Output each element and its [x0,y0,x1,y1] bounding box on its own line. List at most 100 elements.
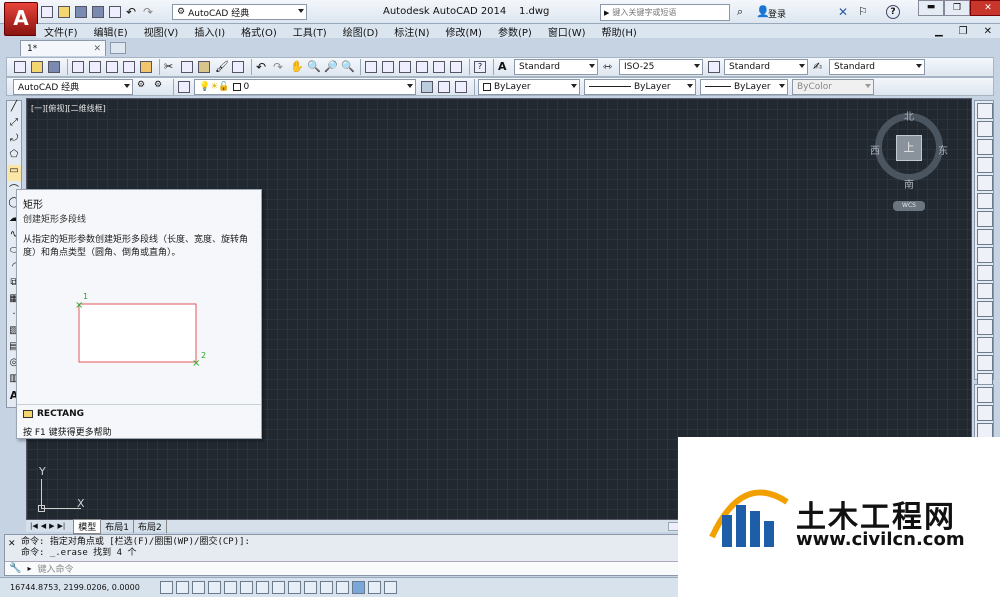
pan-icon[interactable]: ✋ [289,59,305,75]
save-as-icon[interactable] [91,4,107,20]
otrack-toggle[interactable] [272,581,285,594]
mleader-style-select[interactable]: Standard [829,59,925,75]
viewcube-top-face[interactable]: 上 [896,135,922,161]
qnew-icon[interactable] [13,59,29,75]
next-tab-icon[interactable]: ▶ [49,522,54,530]
join-icon[interactable] [977,319,993,335]
match-properties-icon[interactable]: 🖌 [214,59,230,75]
command-close-icon[interactable]: ✕ [8,539,16,549]
first-tab-icon[interactable]: |◀ [30,522,38,530]
lineweight-select[interactable]: ByLayer [700,78,788,95]
open-file-icon[interactable] [30,59,46,75]
open-icon[interactable] [57,4,73,20]
make-current-layer-icon[interactable] [420,79,436,95]
text-style-select[interactable]: Standard [514,59,598,75]
tab-layout1[interactable]: 布局1 [101,519,135,533]
chamfer-icon[interactable] [977,337,993,353]
menu-insert[interactable]: 插入(I) [194,24,225,39]
wcs-menu[interactable]: WCS [893,201,925,211]
color-select[interactable]: ByLayer [478,78,580,95]
menu-edit[interactable]: 编辑(E) [94,24,128,39]
send-back-icon[interactable] [977,405,993,421]
copy-icon[interactable] [180,59,196,75]
viewcube-east[interactable]: 东 [938,142,948,157]
tab-model[interactable]: 模型 [73,518,102,534]
osnap-toggle[interactable] [240,581,253,594]
print-icon[interactable] [108,4,124,20]
new-tab-icon[interactable] [110,42,126,54]
lineweight-toggle[interactable] [320,581,333,594]
viewcube-south[interactable]: 南 [904,176,914,191]
redo-icon[interactable]: ↷ [142,4,158,20]
undo-icon[interactable]: ↶ [125,4,141,20]
tab-layout2[interactable]: 布局2 [134,519,167,533]
ducs-toggle[interactable] [288,581,301,594]
rotate-icon[interactable] [977,211,993,227]
dim-style-icon[interactable]: ⇿ [602,59,618,75]
cut-icon[interactable]: ✂ [163,59,179,75]
binoculars-icon[interactable]: ⌕ [737,5,743,19]
new-icon[interactable] [40,4,56,20]
layer-previous-icon[interactable] [437,79,453,95]
minimize-button[interactable]: ▬ [918,0,944,16]
design-center-icon[interactable] [381,59,397,75]
quick-properties-toggle[interactable] [352,581,365,594]
menu-draw[interactable]: 绘图(D) [343,24,379,39]
save-icon[interactable] [74,4,90,20]
help-button[interactable]: ? [886,5,900,19]
text-style-icon[interactable]: A [497,59,513,75]
login-link[interactable]: 登录 [768,7,786,20]
table-style-icon[interactable] [707,59,723,75]
bring-front-icon[interactable] [977,387,993,403]
plot-preview-icon[interactable] [88,59,104,75]
plotstyle-select[interactable]: ByColor [792,78,874,95]
help-toolbar-icon[interactable]: ? [473,59,489,75]
wrench-icon[interactable]: 🔧 [9,563,21,574]
publish-icon[interactable] [105,59,121,75]
scale-icon[interactable] [977,229,993,245]
menu-help[interactable]: 帮助(H) [602,24,637,39]
redo-toolbar-icon[interactable]: ↷ [272,59,288,75]
close-button[interactable]: ✕ [970,0,1000,16]
save-file-icon[interactable] [47,59,63,75]
layer-properties-icon[interactable] [177,79,193,95]
zoom-realtime-icon[interactable]: 🔍 [306,59,322,75]
menu-format[interactable]: 格式(O) [241,24,277,39]
menu-dimension[interactable]: 标注(N) [394,24,429,39]
stretch-icon[interactable] [977,247,993,263]
extend-icon[interactable] [977,283,993,299]
menu-tools[interactable]: 工具(T) [293,24,327,39]
snap-toggle[interactable] [176,581,189,594]
doc-minimize-button[interactable]: ▁ [935,26,943,37]
plot-icon[interactable] [71,59,87,75]
menu-file[interactable]: 文件(F) [44,24,78,39]
prev-tab-icon[interactable]: ◀ [41,522,46,530]
last-tab-icon[interactable]: ▶| [58,522,66,530]
block-editor-icon[interactable] [231,59,247,75]
transparency-toggle[interactable] [336,581,349,594]
workspace-settings-icon[interactable]: ⚙ [136,79,152,95]
mirror-icon[interactable] [977,139,993,155]
linetype-select[interactable]: ByLayer [584,78,696,95]
undo-toolbar-icon[interactable]: ↶ [255,59,271,75]
offset-icon[interactable] [977,157,993,173]
fillet-icon[interactable] [977,355,993,371]
viewcube-north[interactable]: 北 [904,108,914,123]
move-icon[interactable] [977,193,993,209]
exchange-icon[interactable]: ✕ [838,5,848,19]
menu-window[interactable]: 窗口(W) [548,24,586,39]
3dosnap-toggle[interactable] [256,581,269,594]
annotation-monitor-toggle[interactable] [384,581,397,594]
zoom-previous-icon[interactable]: 🔍 [340,59,356,75]
layer-select[interactable]: 💡 ☀ 🔓 0 [194,78,416,95]
viewcube-west[interactable]: 西 [870,142,880,157]
3d-print-icon[interactable] [122,59,138,75]
copy-object-icon[interactable] [977,121,993,137]
doc-close-button[interactable]: ✕ [984,26,992,37]
dim-style-select[interactable]: ISO-25 [619,59,703,75]
layer-state-icon[interactable] [454,79,470,95]
selection-cycling-toggle[interactable] [368,581,381,594]
stay-connected-icon[interactable]: ⚐ [858,5,868,18]
zoom-window-icon[interactable]: 🔎 [323,59,339,75]
polyline-icon[interactable]: ⤾ [7,133,21,149]
